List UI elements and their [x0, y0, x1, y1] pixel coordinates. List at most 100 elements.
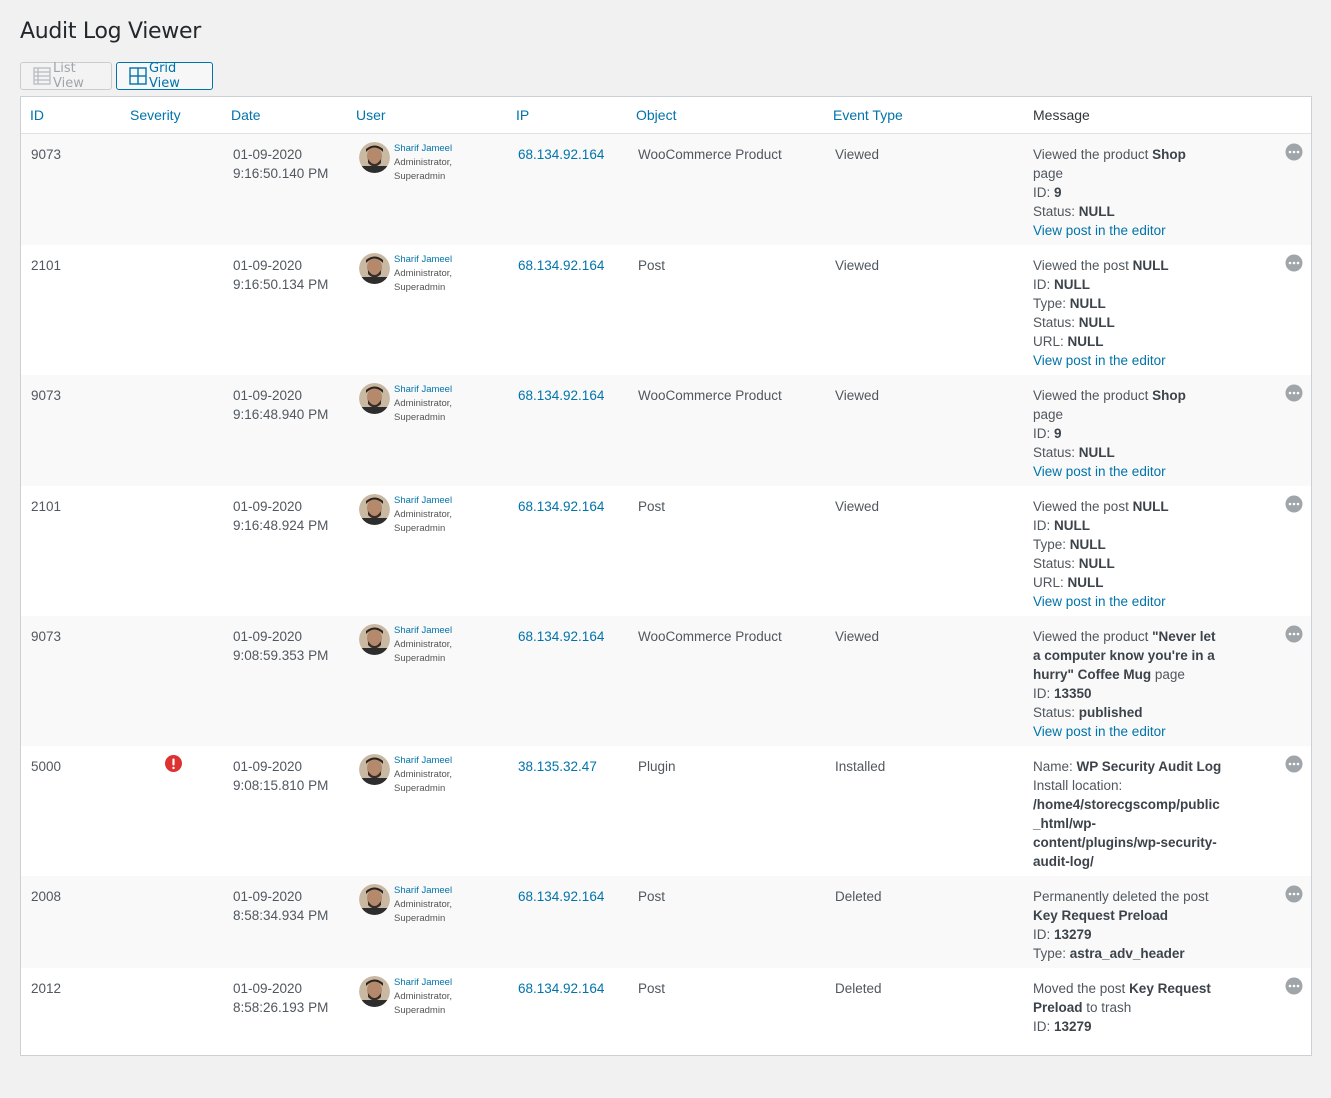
ip-link[interactable]: 68.134.92.164	[518, 386, 604, 405]
user-role: Administrator,	[394, 639, 453, 650]
ip-link[interactable]: 68.134.92.164	[518, 627, 604, 646]
column-header-object[interactable]: Object	[636, 107, 676, 123]
grid-view-button[interactable]: Grid View	[116, 61, 213, 91]
event-date: 01-09-2020 8:58:26.193 PM	[233, 979, 328, 1017]
more-options-button[interactable]	[1285, 977, 1303, 998]
user-name-link[interactable]: Sharif Jameel	[394, 253, 452, 267]
user-role: Administrator,	[394, 157, 453, 168]
user-role: Superadmin	[394, 523, 446, 534]
message-value: "Never let	[1152, 629, 1216, 644]
column-header-id[interactable]: ID	[30, 107, 44, 123]
ip-link[interactable]: 68.134.92.164	[518, 256, 604, 275]
avatar	[359, 976, 390, 1007]
event-object: WooCommerce Product	[638, 388, 782, 403]
view-in-editor-link[interactable]: View post in the editor	[1033, 462, 1223, 481]
message-line: Permanently deleted the post	[1033, 887, 1223, 906]
message-value: NULL	[1069, 537, 1106, 552]
table-row: 5000 01-09-2020 9:08:15.810 PM Sharif Jamee…	[21, 746, 1311, 876]
column-header-date[interactable]: Date	[231, 107, 261, 123]
user-name-link[interactable]: Sharif Jameel	[394, 754, 452, 768]
message-value: /home4/storecgscomp/public	[1033, 797, 1220, 812]
event-date-time: 9:16:50.140 PM	[233, 166, 329, 181]
ip-link[interactable]: 68.134.92.164	[518, 887, 604, 906]
user-name-link[interactable]: Sharif Jameel	[394, 624, 452, 638]
avatar	[359, 494, 390, 525]
ip-link[interactable]: 68.134.92.164	[518, 979, 604, 998]
event-type: Viewed	[835, 499, 880, 514]
more-options-button[interactable]	[1285, 495, 1303, 516]
message-line: audit-log/	[1033, 852, 1223, 871]
table-row: 9073 01-09-2020 9:16:48.940 PM Sharif Jamee…	[21, 375, 1311, 486]
event-type: Deleted	[835, 981, 882, 996]
event-message: Permanently deleted the post Key Request …	[1033, 887, 1223, 963]
audit-log-table: ID Severity Date User IP Object Event Ty…	[20, 96, 1312, 1056]
user-role: Superadmin	[394, 412, 446, 423]
ip-link[interactable]: 38.135.32.47	[518, 757, 597, 776]
more-options-button[interactable]	[1285, 384, 1303, 405]
more-options-button[interactable]	[1285, 254, 1303, 275]
message-line: Viewed the product "Never let	[1033, 627, 1223, 646]
message-text: Status:	[1033, 556, 1079, 571]
message-text: ID:	[1033, 686, 1055, 701]
view-in-editor-link[interactable]: View post in the editor	[1033, 592, 1223, 611]
message-text: URL:	[1033, 334, 1068, 349]
list-view-icon	[33, 67, 51, 85]
event-object: WooCommerce Product	[638, 147, 782, 162]
column-header-event-type[interactable]: Event Type	[833, 107, 903, 123]
event-date: 01-09-2020 9:16:50.134 PM	[233, 256, 328, 294]
message-line: ID: 13279	[1033, 1017, 1223, 1036]
view-in-editor-link[interactable]: View post in the editor	[1033, 722, 1223, 741]
ip-link[interactable]: 68.134.92.164	[518, 497, 604, 516]
message-line: Viewed the product Shop	[1033, 386, 1223, 405]
message-line: Status: NULL	[1033, 313, 1223, 332]
message-line: Viewed the post NULL	[1033, 256, 1223, 275]
event-object: Post	[638, 499, 666, 514]
more-options-button[interactable]	[1285, 755, 1303, 776]
message-text: ID:	[1033, 185, 1055, 200]
list-view-button[interactable]: List View	[20, 61, 112, 91]
column-header-severity[interactable]: Severity	[130, 107, 181, 123]
ip-link[interactable]: 68.134.92.164	[518, 145, 604, 164]
message-value: NULL	[1078, 556, 1115, 571]
message-value: published	[1078, 705, 1143, 720]
user-role: Administrator,	[394, 398, 453, 409]
event-date: 01-09-2020 9:08:15.810 PM	[233, 757, 328, 795]
event-date-time: 8:58:26.193 PM	[233, 1000, 329, 1015]
list-view-label: List View	[53, 61, 84, 91]
user-name-link[interactable]: Sharif Jameel	[394, 494, 452, 508]
view-in-editor-link[interactable]: View post in the editor	[1033, 221, 1223, 240]
user-role: Superadmin	[394, 282, 446, 293]
column-header-user[interactable]: User	[356, 107, 386, 123]
message-text: Install location:	[1033, 778, 1123, 793]
user-role: Administrator,	[394, 268, 453, 279]
more-options-button[interactable]	[1285, 143, 1303, 164]
user-role: Administrator,	[394, 899, 453, 910]
message-line: ID: 9	[1033, 183, 1223, 202]
user-role: Administrator,	[394, 509, 453, 520]
event-object: Post	[638, 258, 666, 273]
view-in-editor-link[interactable]: View post in the editor	[1033, 351, 1223, 370]
message-line: Viewed the post NULL	[1033, 497, 1223, 516]
message-line: Key Request Preload	[1033, 906, 1223, 925]
message-line: Viewed the product Shop	[1033, 145, 1223, 164]
user-name-link[interactable]: Sharif Jameel	[394, 142, 452, 156]
user-name-link[interactable]: Sharif Jameel	[394, 383, 452, 397]
user-name-link[interactable]: Sharif Jameel	[394, 976, 452, 990]
grid-view-icon	[129, 67, 147, 85]
user-cell: Sharif Jameel Administrator, Superadmin	[359, 494, 452, 536]
message-line: Name: WP Security Audit Log	[1033, 757, 1223, 776]
more-options-button[interactable]	[1285, 885, 1303, 906]
column-header-ip[interactable]: IP	[516, 107, 529, 123]
user-info: Sharif Jameel Administrator, Superadmin	[394, 624, 452, 666]
message-value: NULL	[1054, 518, 1091, 533]
user-cell: Sharif Jameel Administrator, Superadmin	[359, 383, 452, 425]
more-options-button[interactable]	[1285, 625, 1303, 646]
user-name-link[interactable]: Sharif Jameel	[394, 884, 452, 898]
message-text: Viewed the product	[1033, 147, 1153, 162]
user-info: Sharif Jameel Administrator, Superadmin	[394, 253, 452, 295]
message-line: Type: NULL	[1033, 294, 1223, 313]
user-info: Sharif Jameel Administrator, Superadmin	[394, 494, 452, 536]
table-header: ID Severity Date User IP Object Event Ty…	[21, 97, 1311, 134]
event-object: Post	[638, 981, 666, 996]
message-value: NULL	[1132, 499, 1169, 514]
